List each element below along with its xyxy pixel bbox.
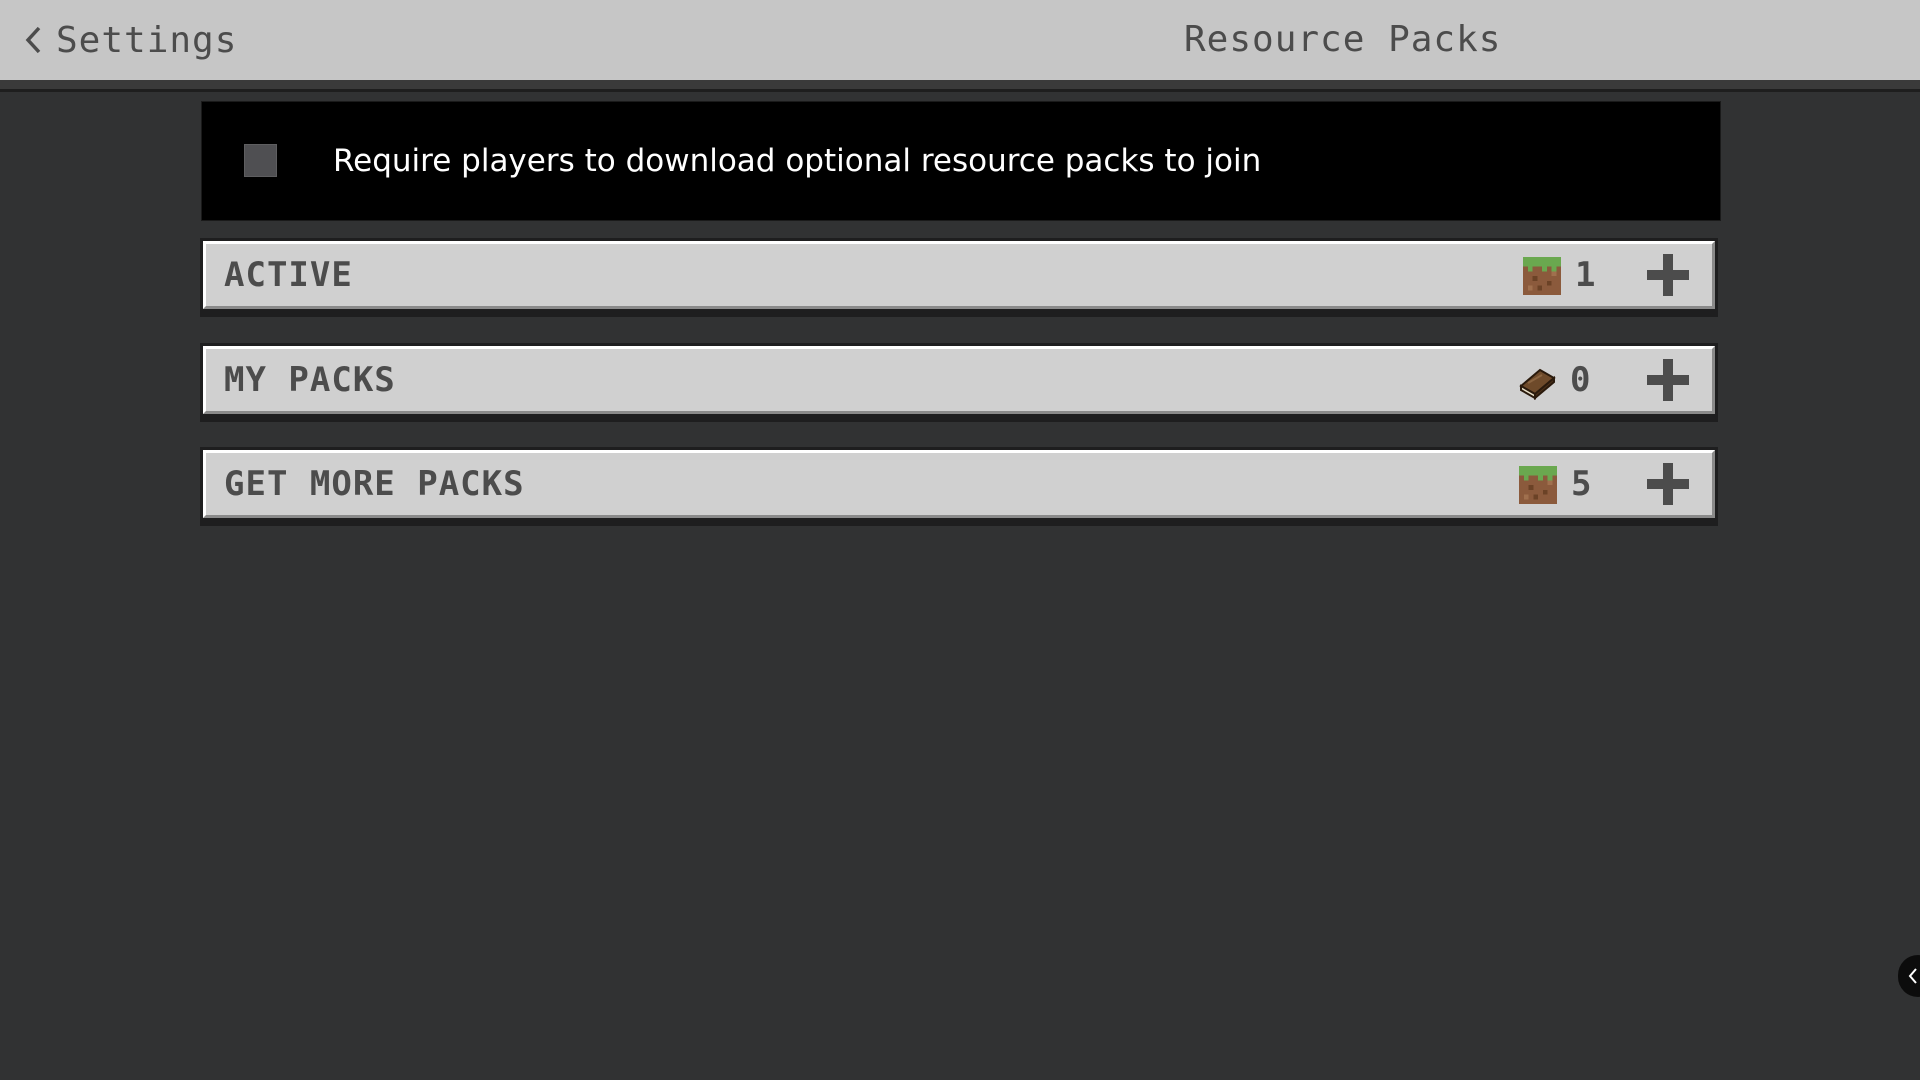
active-packs-row[interactable]: ACTIVE 1 [203, 241, 1715, 309]
require-packs-checkbox[interactable] [244, 144, 277, 177]
grass-block-icon [1519, 466, 1557, 504]
add-my-packs-button[interactable] [1647, 359, 1689, 401]
grass-block-icon [1523, 257, 1561, 295]
row-label: GET MORE PACKS [224, 464, 525, 504]
back-button[interactable]: Settings [24, 14, 237, 66]
require-packs-label: Require players to download optional res… [333, 143, 1262, 179]
top-bar: Settings Resource Packs [0, 0, 1920, 89]
side-panel-handle[interactable] [1898, 955, 1920, 997]
back-label: Settings [56, 19, 238, 61]
my-packs-row[interactable]: MY PACKS 0 [203, 346, 1715, 414]
row-label: ACTIVE [224, 255, 353, 295]
active-count: 1 [1575, 255, 1596, 295]
require-packs-option: Require players to download optional res… [201, 101, 1721, 221]
page-title: Resource Packs [1184, 19, 1502, 60]
row-label: MY PACKS [224, 360, 396, 400]
add-active-button[interactable] [1647, 254, 1689, 296]
get-more-packs-row[interactable]: GET MORE PACKS 5 [203, 450, 1715, 518]
chevron-left-icon [24, 25, 42, 55]
book-icon [1518, 362, 1556, 401]
get-more-count: 5 [1571, 464, 1592, 504]
my-packs-count: 0 [1570, 360, 1591, 400]
add-get-more-button[interactable] [1647, 463, 1689, 505]
